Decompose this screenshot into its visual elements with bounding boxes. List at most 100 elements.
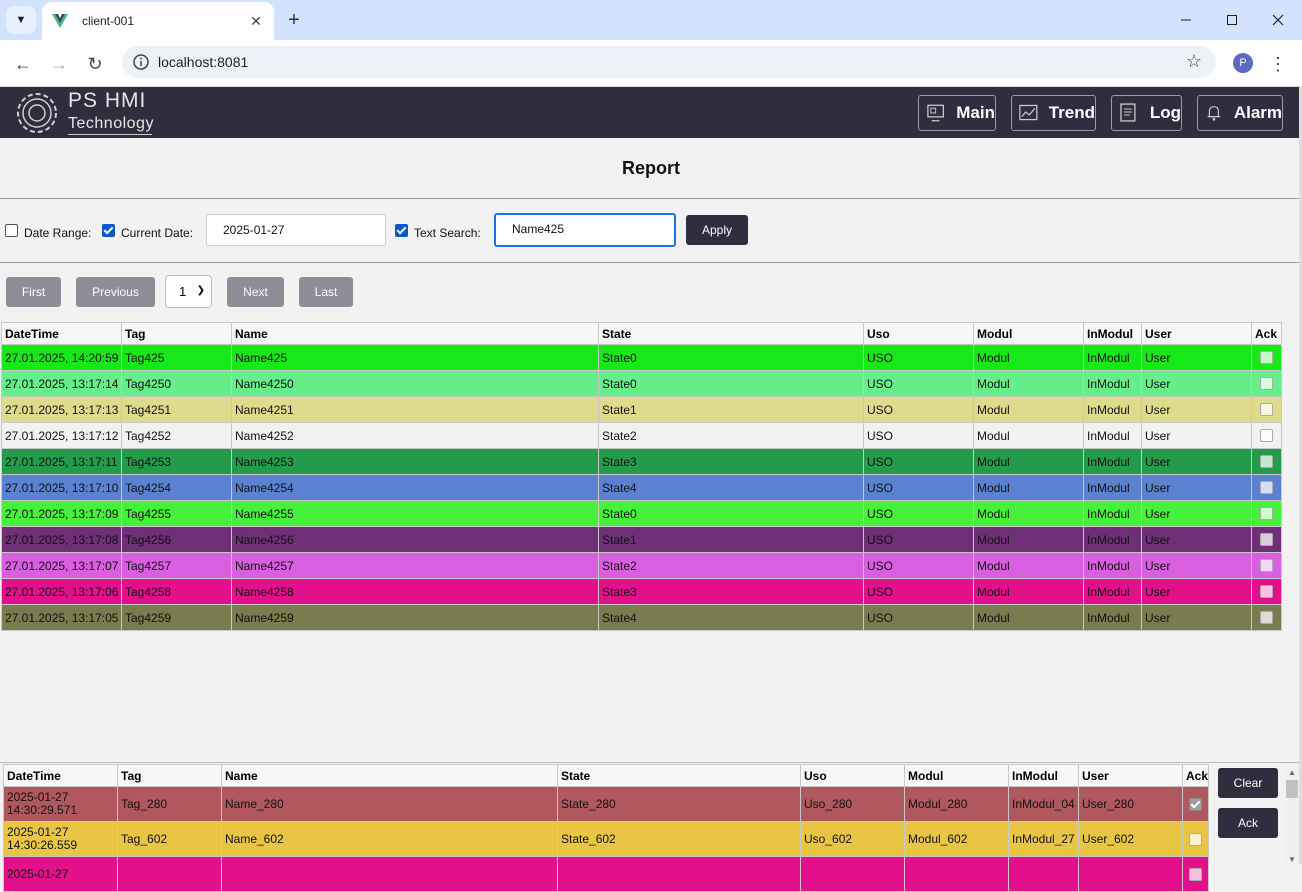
apply-button[interactable]: Apply <box>686 215 748 245</box>
back-arrow-icon[interactable]: ← <box>11 52 35 76</box>
search-input[interactable]: Name425 <box>494 213 676 247</box>
first-page-button[interactable]: First <box>6 277 61 307</box>
forward-arrow-icon[interactable]: → <box>47 52 71 76</box>
ack-checkbox[interactable] <box>1189 832 1202 846</box>
nav-log-button[interactable]: Log <box>1111 95 1182 131</box>
site-info-icon[interactable] <box>132 53 150 71</box>
cell-datetime: 2025-01-27 <box>3 856 118 892</box>
previous-page-button[interactable]: Previous <box>76 277 155 307</box>
column-header[interactable]: Ack <box>1251 322 1282 345</box>
column-header[interactable]: DateTime <box>3 764 118 787</box>
ack-checkbox[interactable] <box>1260 403 1273 416</box>
ack-checkbox[interactable] <box>1189 797 1202 811</box>
column-header[interactable]: Uso <box>800 764 905 787</box>
cell-modul: Modul <box>973 448 1084 475</box>
next-page-button[interactable]: Next <box>227 277 284 307</box>
page-select[interactable]: 1 ❯ <box>165 275 212 308</box>
column-header[interactable]: InModul <box>1008 764 1079 787</box>
ack-checkbox[interactable] <box>1260 455 1273 468</box>
ack-checkbox[interactable] <box>1260 507 1273 520</box>
nav-trend-button[interactable]: Trend <box>1011 95 1096 131</box>
cell-uso: USO <box>863 448 974 475</box>
bookmark-star-icon[interactable]: ☆ <box>1186 51 1202 72</box>
column-header[interactable]: InModul <box>1083 322 1142 345</box>
window-close-icon[interactable] <box>1263 6 1293 34</box>
table-row[interactable]: 27.01.2025, 13:17:07 Tag4257 Name4257 State… <box>1 552 1282 579</box>
nav-main-button[interactable]: Main <box>918 95 996 131</box>
browser-menu-icon[interactable]: ⋮ <box>1268 52 1288 76</box>
new-tab-icon[interactable]: + <box>282 8 306 32</box>
scroll-up-icon[interactable]: ▲ <box>1288 768 1296 777</box>
alarm-row[interactable]: 2025-01-27 14:30:26.559 Tag_602 Name_602 Sta… <box>3 821 1209 857</box>
log-icon <box>1120 103 1136 122</box>
minimize-icon[interactable] <box>1171 6 1201 34</box>
column-header[interactable]: Modul <box>904 764 1009 787</box>
reload-icon[interactable]: ↻ <box>83 52 107 76</box>
last-page-button[interactable]: Last <box>299 277 353 307</box>
column-header[interactable]: Ack <box>1182 764 1209 787</box>
table-row[interactable]: 27.01.2025, 13:17:06 Tag4258 Name4258 State… <box>1 578 1282 605</box>
cell-ack <box>1182 786 1209 822</box>
ack-checkbox[interactable] <box>1260 481 1273 494</box>
ack-checkbox[interactable] <box>1260 351 1273 364</box>
table-row[interactable]: 27.01.2025, 14:20:59 Tag425 Name425 State0 U… <box>1 344 1282 371</box>
cell-datetime: 27.01.2025, 13:17:07 <box>1 552 122 579</box>
table-row[interactable]: 27.01.2025, 13:17:13 Tag4251 Name4251 State… <box>1 396 1282 423</box>
date-range-label: Date Range: <box>24 226 92 240</box>
ack-checkbox[interactable] <box>1260 429 1273 442</box>
cell-uso: USO <box>863 578 974 605</box>
cell-inmodul: InModul_04 <box>1008 786 1079 822</box>
column-header[interactable]: Tag <box>121 322 232 345</box>
cell-name: Name4258 <box>231 578 599 605</box>
ack-checkbox[interactable] <box>1260 377 1273 390</box>
ack-checkbox[interactable] <box>1260 585 1273 598</box>
text-search-label: Text Search: <box>414 226 481 240</box>
scroll-thumb[interactable] <box>1286 780 1298 798</box>
table-row[interactable]: 27.01.2025, 13:17:14 Tag4250 Name4250 State… <box>1 370 1282 397</box>
column-header[interactable]: Tag <box>117 764 222 787</box>
alarm-row[interactable]: 2025-01-27 <box>3 856 1209 892</box>
cell-uso: USO <box>863 344 974 371</box>
ack-button[interactable]: Ack <box>1218 808 1278 838</box>
column-header[interactable]: State <box>598 322 864 345</box>
current-date-checkbox[interactable] <box>102 224 115 237</box>
table-row[interactable]: 27.01.2025, 13:17:08 Tag4256 Name4256 State… <box>1 526 1282 553</box>
scroll-down-icon[interactable]: ▼ <box>1288 855 1296 864</box>
date-input[interactable]: 2025-01-27 <box>206 214 386 246</box>
text-search-checkbox[interactable] <box>395 224 408 237</box>
table-row[interactable]: 27.01.2025, 13:17:11 Tag4253 Name4253 State… <box>1 448 1282 475</box>
cell-uso: USO <box>863 604 974 631</box>
profile-avatar[interactable]: P <box>1233 53 1253 73</box>
column-header[interactable]: Name <box>231 322 599 345</box>
ack-checkbox[interactable] <box>1260 533 1273 546</box>
column-header[interactable]: DateTime <box>1 322 122 345</box>
column-header[interactable]: Name <box>221 764 558 787</box>
column-header[interactable]: Modul <box>973 322 1084 345</box>
cell-tag: Tag4252 <box>121 422 232 449</box>
maximize-icon[interactable] <box>1217 6 1247 34</box>
chevron-down-icon: ▼ <box>15 14 27 26</box>
table-row[interactable]: 27.01.2025, 13:17:10 Tag4254 Name4254 State… <box>1 474 1282 501</box>
tab-search-button[interactable]: ▼ <box>6 6 36 34</box>
browser-tab[interactable]: client-001 ✕ <box>42 2 274 40</box>
table-row[interactable]: 27.01.2025, 13:17:05 Tag4259 Name4259 State… <box>1 604 1282 631</box>
cell-state: State2 <box>598 422 864 449</box>
nav-alarm-button[interactable]: Alarm <box>1197 95 1283 131</box>
column-header[interactable]: User <box>1141 322 1252 345</box>
table-row[interactable]: 27.01.2025, 13:17:09 Tag4255 Name4255 State… <box>1 500 1282 527</box>
clear-button[interactable]: Clear <box>1218 768 1278 798</box>
cell-tag: Tag4250 <box>121 370 232 397</box>
alarm-row[interactable]: 2025-01-27 14:30:29.571 Tag_280 Name_280 Sta… <box>3 786 1209 822</box>
alarm-scrollbar[interactable]: ▲ ▼ <box>1285 766 1299 864</box>
date-range-checkbox[interactable] <box>5 224 18 237</box>
close-tab-icon[interactable]: ✕ <box>246 11 266 31</box>
cell-state: State0 <box>598 370 864 397</box>
ack-checkbox[interactable] <box>1260 611 1273 624</box>
ack-checkbox[interactable] <box>1189 867 1202 881</box>
ack-checkbox[interactable] <box>1260 559 1273 572</box>
column-header[interactable]: User <box>1078 764 1183 787</box>
address-bar[interactable]: localhost:8081 ☆ <box>122 46 1216 78</box>
column-header[interactable]: State <box>557 764 801 787</box>
column-header[interactable]: Uso <box>863 322 974 345</box>
table-row[interactable]: 27.01.2025, 13:17:12 Tag4252 Name4252 State… <box>1 422 1282 449</box>
